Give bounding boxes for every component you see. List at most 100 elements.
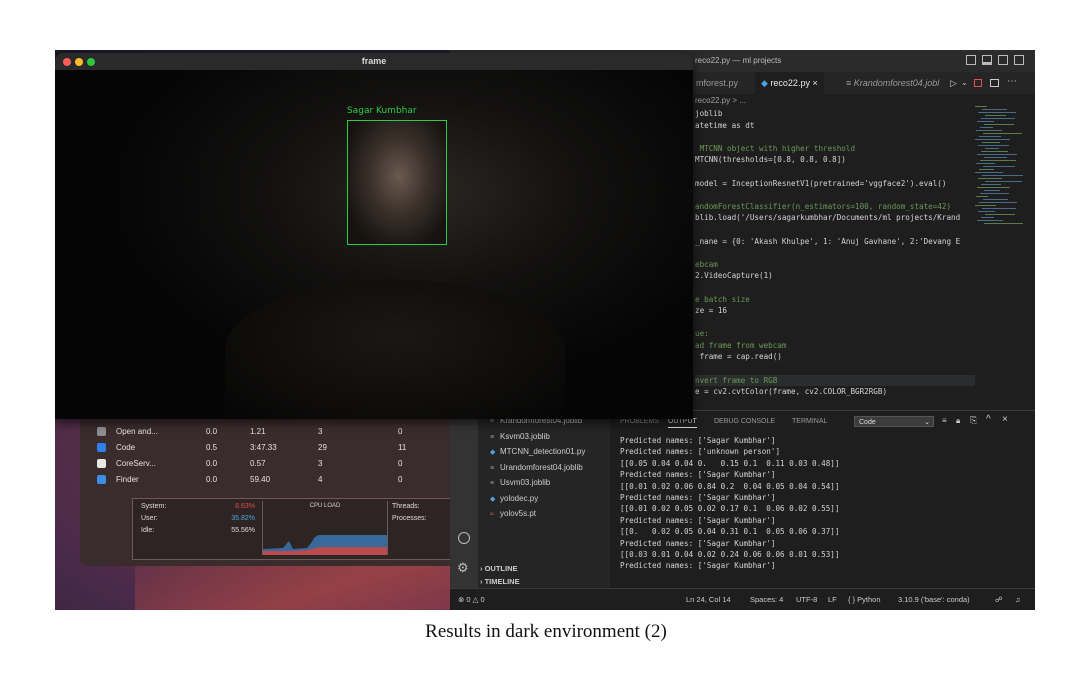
explorer-file-item[interactable]: ≡ Urandomforest04.joblib <box>490 461 583 475</box>
code-line[interactable]: ue: <box>695 328 975 340</box>
code-line[interactable]: ebcam <box>695 259 975 271</box>
stop-icon[interactable] <box>974 79 982 87</box>
user-value: 35.82% <box>231 515 255 522</box>
process-name: Open and... <box>116 427 158 436</box>
code-line[interactable]: 2.VideoCapture(1) <box>695 270 975 282</box>
code-line[interactable]: blib.load('/Users/sagarkumbhar/Documents… <box>695 212 975 224</box>
chevron-down-icon: ⌄ <box>924 419 930 426</box>
code-line[interactable] <box>695 131 975 143</box>
user-label: User: <box>141 515 158 522</box>
bell-icon[interactable]: ♫ <box>1015 595 1021 604</box>
problems-status[interactable]: ⊗ 0 △ 0 <box>458 595 485 604</box>
app-icon <box>97 427 106 436</box>
code-line[interactable] <box>695 317 975 329</box>
minimap-line <box>981 217 994 218</box>
code-line[interactable]: nvert frame to RGB <box>695 374 975 387</box>
close-panel-icon[interactable]: × <box>1002 414 1008 425</box>
encoding-status[interactable]: UTF-8 <box>796 595 817 604</box>
language-status[interactable]: { } Python <box>848 595 881 604</box>
run-icon[interactable]: ▷ <box>950 78 957 89</box>
filter-icon[interactable]: ≡ <box>942 416 947 425</box>
tab-mforest[interactable]: mforest.py <box>690 72 744 94</box>
code-line[interactable]: ze = 16 <box>695 305 975 317</box>
outline-section[interactable]: › OUTLINE <box>480 564 518 573</box>
indentation-status[interactable]: Spaces: 4 <box>750 595 783 604</box>
toggle-sidebar-icon[interactable] <box>966 55 976 65</box>
process-row[interactable]: Finder 0.0 59.40 4 0 <box>80 472 475 488</box>
gear-icon[interactable]: ⚙ <box>457 560 469 576</box>
code-line[interactable]: frame = cap.read() <box>695 351 975 363</box>
code-line[interactable] <box>695 189 975 201</box>
code-line[interactable]: MTCNN object with higher threshold <box>695 143 975 155</box>
minimap-line <box>978 145 1009 146</box>
process-row[interactable]: Open and... 0.0 1.21 3 0 <box>80 424 475 440</box>
tab-krandomforest[interactable]: ≡ Krandomforest04.jobl <box>840 72 945 94</box>
toggle-secondary-sidebar-icon[interactable] <box>998 55 1008 65</box>
explorer-file-item[interactable]: ≡ Ksvm03.joblib <box>490 430 550 444</box>
code-line[interactable]: andomForestClassifier(n_estimators=100, … <box>695 201 975 213</box>
lock-icon[interactable]: 🔒︎ <box>956 416 960 426</box>
status-bar: ⊗ 0 △ 0 Ln 24, Col 14 Spaces: 4 UTF-8 LF… <box>450 588 1035 610</box>
explorer-file-item[interactable]: ≡ Usvm03.joblib <box>490 476 550 490</box>
minimap-line <box>984 157 1007 158</box>
person-body <box>225 280 565 419</box>
code-line[interactable]: _nane = {0: 'Akash Khulpe', 1: 'Anuj Gav… <box>695 236 975 248</box>
output-line: [[0.03 0.01 0.04 0.02 0.24 0.06 0.06 0.0… <box>620 549 840 559</box>
code-line[interactable]: e = cv2.cvtColor(frame, cv2.COLOR_BGR2RG… <box>695 386 975 398</box>
code-line[interactable]: ad frame from webcam <box>695 340 975 352</box>
tab-terminal[interactable]: TERMINAL <box>792 418 827 425</box>
timeline-section[interactable]: › TIMELINE <box>480 577 520 586</box>
code-line[interactable]: joblib <box>695 108 975 120</box>
more-actions-icon[interactable]: ⋯ <box>1007 76 1017 87</box>
split-editor-icon[interactable] <box>990 79 999 87</box>
code-line[interactable] <box>695 224 975 236</box>
explorer-file-item[interactable]: ◆ yolodec.py <box>490 492 538 506</box>
code-line[interactable]: e batch size <box>695 294 975 306</box>
tab-debug-console[interactable]: DEBUG CONSOLE <box>714 418 775 425</box>
file-name: Urandomforest04.joblib <box>500 462 583 472</box>
minimap-line <box>980 160 1016 161</box>
explorer-file-item[interactable]: ≈ yolov5s.pt <box>490 507 536 521</box>
webcam-feed: Sagar Kumbhar <box>55 70 693 419</box>
clear-output-icon[interactable]: ⎘ <box>970 415 977 426</box>
cpu-percent: 0.0 <box>206 427 218 436</box>
output-line: [[0.01 0.02 0.06 0.84 0.2 0.04 0.05 0.04… <box>620 481 840 491</box>
minimap-line <box>981 118 1015 119</box>
toggle-panel-icon[interactable] <box>982 55 992 65</box>
file-name: yolodec.py <box>500 493 539 503</box>
pytorch-file-icon: ≈ <box>490 511 494 518</box>
tab-reco22[interactable]: ◆ reco22.py × <box>755 72 824 94</box>
code-line[interactable] <box>695 166 975 178</box>
account-icon[interactable] <box>458 532 470 544</box>
output-channel-select[interactable]: Code ⌄ <box>854 416 934 427</box>
frame-window: frame Sagar Kumbhar <box>55 53 693 419</box>
code-line[interactable]: MTCNN(thresholds=[0.8, 0.8, 0.8]) <box>695 154 975 166</box>
process-row[interactable]: CoreServ... 0.0 0.57 3 0 <box>80 456 475 472</box>
interpreter-status[interactable]: 3.10.9 ('base': conda) <box>898 595 970 604</box>
minimap-line <box>984 124 1014 125</box>
eol-status[interactable]: LF <box>828 595 837 604</box>
minimap-line <box>976 196 988 197</box>
output-log[interactable]: Predicted names: ['Sagar Kumbhar'] Predic… <box>620 435 839 572</box>
code-line[interactable] <box>695 363 975 375</box>
tab-problems[interactable]: PROBLEMS <box>620 418 659 425</box>
code-line[interactable]: atetime as dt <box>695 120 975 132</box>
minimap-line <box>978 211 995 212</box>
maximize-panel-icon[interactable]: ^ <box>986 414 991 425</box>
process-row[interactable]: Code 0.5 3:47.33 29 11 <box>80 440 475 456</box>
explorer-file-item[interactable]: ◆ MTCNN_detection01.py <box>490 445 585 459</box>
code-editor[interactable]: joblib atetime as dt MTCNN object with hi… <box>695 108 975 408</box>
cursor-position[interactable]: Ln 24, Col 14 <box>686 595 731 604</box>
minimap[interactable] <box>975 102 1027 242</box>
code-line[interactable] <box>695 282 975 294</box>
idle-value: 55.56% <box>231 527 255 534</box>
customize-layout-icon[interactable] <box>1014 55 1024 65</box>
code-line[interactable]: model = InceptionResnetV1(pretrained='vg… <box>695 178 975 190</box>
code-line[interactable] <box>695 247 975 259</box>
face-recognition-label: Sagar Kumbhar <box>347 106 417 116</box>
cpu-percent: 0.0 <box>206 475 218 484</box>
chevron-down-icon[interactable]: ⌄ <box>961 78 968 87</box>
breadcrumb[interactable]: reco22.py > ... <box>695 96 746 105</box>
feedback-icon[interactable]: ☍ <box>995 595 1003 604</box>
tab-output[interactable]: OUTPUT <box>668 418 697 428</box>
